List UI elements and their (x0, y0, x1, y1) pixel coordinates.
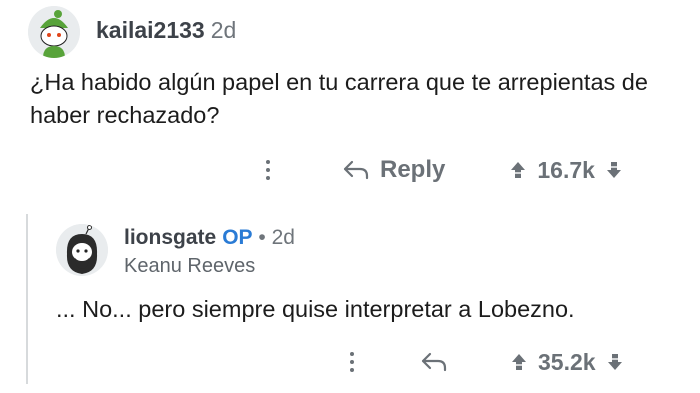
downvote-icon[interactable] (605, 160, 623, 180)
upvote-icon[interactable] (509, 160, 527, 180)
vote-controls: 16.7k (509, 157, 623, 184)
bearded-avatar-icon[interactable] (56, 224, 108, 276)
more-options-icon[interactable] (340, 346, 364, 378)
reply-button[interactable]: Reply (342, 156, 445, 184)
reply-button[interactable] (420, 351, 448, 373)
snoo-avatar-icon[interactable] (28, 6, 80, 58)
reply-label: Reply (380, 156, 446, 183)
reply-comment: lionsgate OP • 2d Keanu Reeves ... No... … (0, 210, 700, 393)
parent-comment: kailai2133 2d ¿Ha habido algún papel en t… (0, 0, 700, 200)
comment-actions: 35.2k (340, 342, 624, 382)
comment-body: ¿Ha habido algún papel en tu carrera que… (30, 69, 648, 128)
upvote-icon[interactable] (510, 352, 528, 372)
separator-dot: • (258, 226, 266, 249)
vote-controls: 35.2k (510, 349, 624, 376)
more-options-icon[interactable] (256, 154, 280, 186)
username-link[interactable]: lionsgate (124, 226, 216, 249)
comment-actions: Reply 16.7k (256, 150, 623, 190)
reply-arrow-icon (421, 352, 447, 372)
username-link[interactable]: kailai2133 (96, 17, 205, 43)
comment-header: kailai2133 2d (96, 17, 236, 44)
reply-arrow-icon (343, 160, 369, 180)
timestamp: 2d (210, 17, 237, 43)
user-flair: Keanu Reeves (124, 255, 256, 277)
score: 35.2k (538, 348, 596, 375)
reply-header: lionsgate OP • 2d (124, 226, 295, 250)
timestamp: 2d (271, 226, 295, 249)
comment-body: ... No... pero siempre quise interpretar… (56, 296, 575, 322)
downvote-icon[interactable] (606, 352, 624, 372)
op-badge: OP (222, 226, 253, 249)
score: 16.7k (537, 156, 595, 183)
